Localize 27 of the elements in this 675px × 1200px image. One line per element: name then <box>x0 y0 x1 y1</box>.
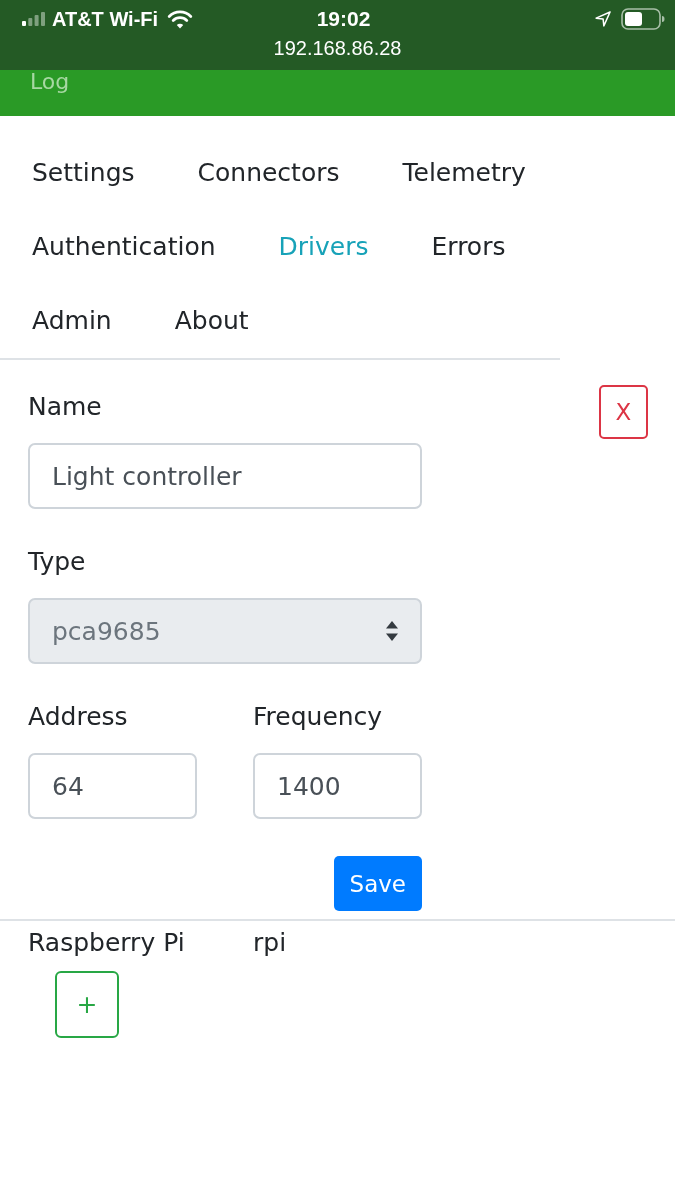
save-button[interactable]: Save <box>333 856 422 911</box>
header-title: Log <box>30 70 70 94</box>
delete-button[interactable]: X <box>599 385 648 439</box>
up-down-arrows-icon <box>386 621 398 641</box>
driver-name: Raspberry Pi <box>28 927 186 959</box>
clock-time: 19:02 <box>316 7 371 31</box>
field-label: Address <box>28 701 128 733</box>
nav-tab[interactable]: Connectors <box>165 136 371 210</box>
signal-bars-icon <box>22 12 45 26</box>
location-arrow-icon <box>595 11 611 27</box>
wifi-icon <box>167 9 194 29</box>
nav-tab[interactable]: About <box>142 284 280 358</box>
nav-tab[interactable]: Errors <box>399 210 537 284</box>
nav-tab[interactable]: Authentication <box>0 210 247 284</box>
field-label: Type <box>28 546 86 578</box>
nav-tab[interactable]: Settings <box>0 136 166 210</box>
nav-tab[interactable]: Telemetry <box>370 136 557 210</box>
battery-icon <box>621 8 665 30</box>
nav-tab[interactable]: Admin <box>0 284 143 358</box>
text-field[interactable]: 1400 <box>253 753 422 819</box>
text-field[interactable]: Light controller <box>28 443 422 509</box>
field-label: Name <box>28 391 102 423</box>
driver-type: rpi <box>253 927 287 959</box>
carrier-text: AT&T Wi-Fi <box>52 7 159 31</box>
address-text: 192.168.86.28 <box>273 36 402 60</box>
text-field[interactable]: 64 <box>28 753 197 819</box>
field-label: Frequency <box>253 701 383 733</box>
